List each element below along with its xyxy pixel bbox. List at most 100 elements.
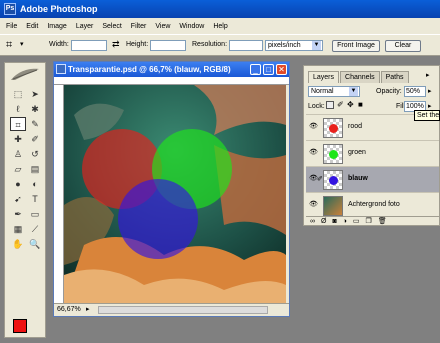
visibility-eye-icon[interactable]: 👁 (309, 175, 318, 183)
eyedropper-tool-icon[interactable]: ⟋ (27, 222, 43, 236)
menu-bar: File Edit Image Layer Select Filter View… (0, 18, 440, 34)
shape-tool-icon[interactable]: ▭ (27, 207, 43, 221)
horizontal-scrollbar[interactable] (98, 306, 268, 314)
toolbox: ⬚ ➤ ℓ ✱ ⌗ ✎ ✚ ✐ ♙ ↺ ▱ ▤ ● ◐ ➹ T ✒ ▭ ▦ ⟋ … (4, 62, 46, 341)
tab-layers[interactable]: Layers (308, 71, 340, 83)
tab-channels[interactable]: Channels (340, 71, 380, 83)
menu-image[interactable]: Image (47, 23, 66, 30)
hand-tool-icon[interactable]: ✋ (10, 237, 26, 251)
horizontal-ruler (54, 77, 289, 85)
blend-mode-select[interactable]: Normal ▼ (308, 86, 360, 97)
lock-transparency-icon[interactable] (326, 101, 334, 109)
lock-all-icon[interactable]: ■ (358, 100, 363, 109)
notes-tool-icon[interactable]: ▦ (10, 222, 26, 236)
image-canvas[interactable] (64, 85, 286, 303)
front-image-button[interactable]: Front Image (332, 40, 380, 52)
units-value: pixels/inch (268, 42, 301, 49)
menu-help[interactable]: Help (213, 23, 227, 30)
blue-circle (118, 179, 198, 259)
marquee-tool-icon[interactable]: ⬚ (10, 87, 26, 101)
document-icon (56, 64, 66, 74)
new-group-icon[interactable]: ▭ (353, 217, 360, 225)
history-brush-tool-icon[interactable]: ↺ (27, 147, 43, 161)
lock-brush-icon[interactable]: ✐ (337, 100, 344, 109)
layer-thumbnail (323, 118, 343, 138)
menu-filter[interactable]: Filter (131, 23, 147, 30)
minimize-button[interactable]: _ (250, 64, 261, 75)
crop-tool-button[interactable]: ⌗ (10, 117, 26, 131)
pen-tool-icon[interactable]: ✒ (10, 207, 26, 221)
foreground-color-swatch[interactable] (13, 319, 27, 333)
photoshop-icon: Ps (4, 3, 16, 15)
new-layer-icon[interactable]: ❐ (366, 217, 372, 225)
move-tool-icon[interactable]: ➤ (27, 87, 43, 101)
resolution-units-select[interactable]: pixels/inch ▼ (265, 40, 323, 51)
visibility-eye-icon[interactable]: 👁 (309, 149, 318, 157)
lock-label: Lock: (308, 103, 325, 110)
document-statusbar: 66,67% ▸ (54, 303, 289, 316)
healing-brush-tool-icon[interactable]: ✚ (10, 132, 26, 146)
menu-window[interactable]: Window (179, 23, 204, 30)
menu-select[interactable]: Select (102, 23, 121, 30)
opacity-slider-arrow-icon[interactable]: ▸ (428, 87, 432, 95)
menu-file[interactable]: File (6, 23, 17, 30)
opacity-field[interactable]: 50% (404, 86, 426, 97)
magic-wand-tool-icon[interactable]: ✱ (27, 102, 43, 116)
slice-tool-icon[interactable]: ✎ (27, 117, 43, 131)
layer-style-icon[interactable]: Ø (321, 217, 326, 225)
chevron-down-icon: ▼ (312, 41, 321, 50)
link-layers-icon[interactable]: ∞ (310, 217, 315, 225)
app-title: Adobe Photoshop (20, 4, 98, 14)
layer-mask-icon[interactable]: ◙ (332, 217, 336, 225)
visibility-eye-icon[interactable]: 👁 (309, 201, 318, 209)
zoom-level[interactable]: 66,67% (57, 304, 81, 316)
tool-preset-chevron-icon[interactable]: ▾ (20, 40, 24, 48)
blur-tool-icon[interactable]: ● (10, 177, 26, 191)
coral-photo (64, 85, 286, 303)
feather-logo-icon[interactable] (9, 66, 41, 82)
gradient-tool-icon[interactable]: ▤ (27, 162, 43, 176)
maximize-button[interactable]: □ (263, 64, 274, 75)
panel-menu-icon[interactable]: ▸ (426, 71, 430, 79)
visibility-eye-icon[interactable]: 👁 (309, 123, 318, 131)
layer-name: Achtergrond foto (348, 201, 400, 208)
layer-name: rood (348, 123, 363, 130)
menu-edit[interactable]: Edit (26, 23, 38, 30)
path-selection-tool-icon[interactable]: ➹ (10, 192, 26, 206)
menu-view[interactable]: View (155, 23, 170, 30)
blend-mode-value: Normal (311, 88, 334, 95)
delete-layer-icon[interactable]: 🗑 (378, 217, 387, 225)
clone-stamp-tool-icon[interactable]: ♙ (10, 147, 26, 161)
chevron-down-icon: ▼ (349, 87, 358, 96)
status-arrow-icon[interactable]: ▸ (86, 304, 90, 316)
lock-move-icon[interactable]: ✥ (347, 100, 354, 109)
tool-grid: ⬚ ➤ ℓ ✱ ⌗ ✎ ✚ ✐ ♙ ↺ ▱ ▤ ● ◐ ➹ T ✒ ▭ ▦ ⟋ … (10, 87, 44, 251)
fill-slider-arrow-icon[interactable]: ▸ (428, 102, 432, 110)
lasso-tool-icon[interactable]: ℓ (10, 102, 26, 116)
layers-footer: ∞ Ø ◙ ◑ ▭ ❐ 🗑 (306, 216, 439, 225)
layer-thumbnail (323, 144, 343, 164)
brush-tool-icon[interactable]: ✐ (27, 132, 43, 146)
layer-row-achtergrond-foto[interactable]: 👁 Achtergrond foto (306, 192, 439, 218)
options-bar: ⌗ ▾ Width: ⇄ Height: Resolution: pixels/… (0, 34, 440, 56)
clear-button[interactable]: Clear (385, 40, 421, 52)
height-label: Height: (126, 41, 149, 48)
crop-tool-icon[interactable]: ⌗ (6, 39, 12, 52)
resolution-label: Resolution: (192, 41, 228, 48)
layer-row-blauw[interactable]: 👁 ✐ blauw (306, 166, 439, 192)
layer-thumbnail (323, 196, 343, 216)
tab-paths[interactable]: Paths (380, 71, 409, 83)
document-title: Transparantie.psd @ 66,7% (blauw, RGB/8) (68, 65, 231, 74)
close-button[interactable]: ✕ (276, 64, 287, 75)
swap-icon[interactable]: ⇄ (112, 39, 120, 50)
layer-row-groen[interactable]: 👁 groen (306, 140, 439, 166)
eraser-tool-icon[interactable]: ▱ (10, 162, 26, 176)
adjustment-layer-icon[interactable]: ◑ (343, 217, 347, 225)
zoom-tool-icon[interactable]: 🔍 (27, 237, 43, 251)
menu-layer[interactable]: Layer (76, 23, 94, 30)
dodge-tool-icon[interactable]: ◐ (27, 177, 43, 191)
width-field[interactable] (71, 40, 107, 51)
resolution-field[interactable] (229, 40, 263, 51)
height-field[interactable] (150, 40, 186, 51)
type-tool-icon[interactable]: T (27, 192, 43, 206)
